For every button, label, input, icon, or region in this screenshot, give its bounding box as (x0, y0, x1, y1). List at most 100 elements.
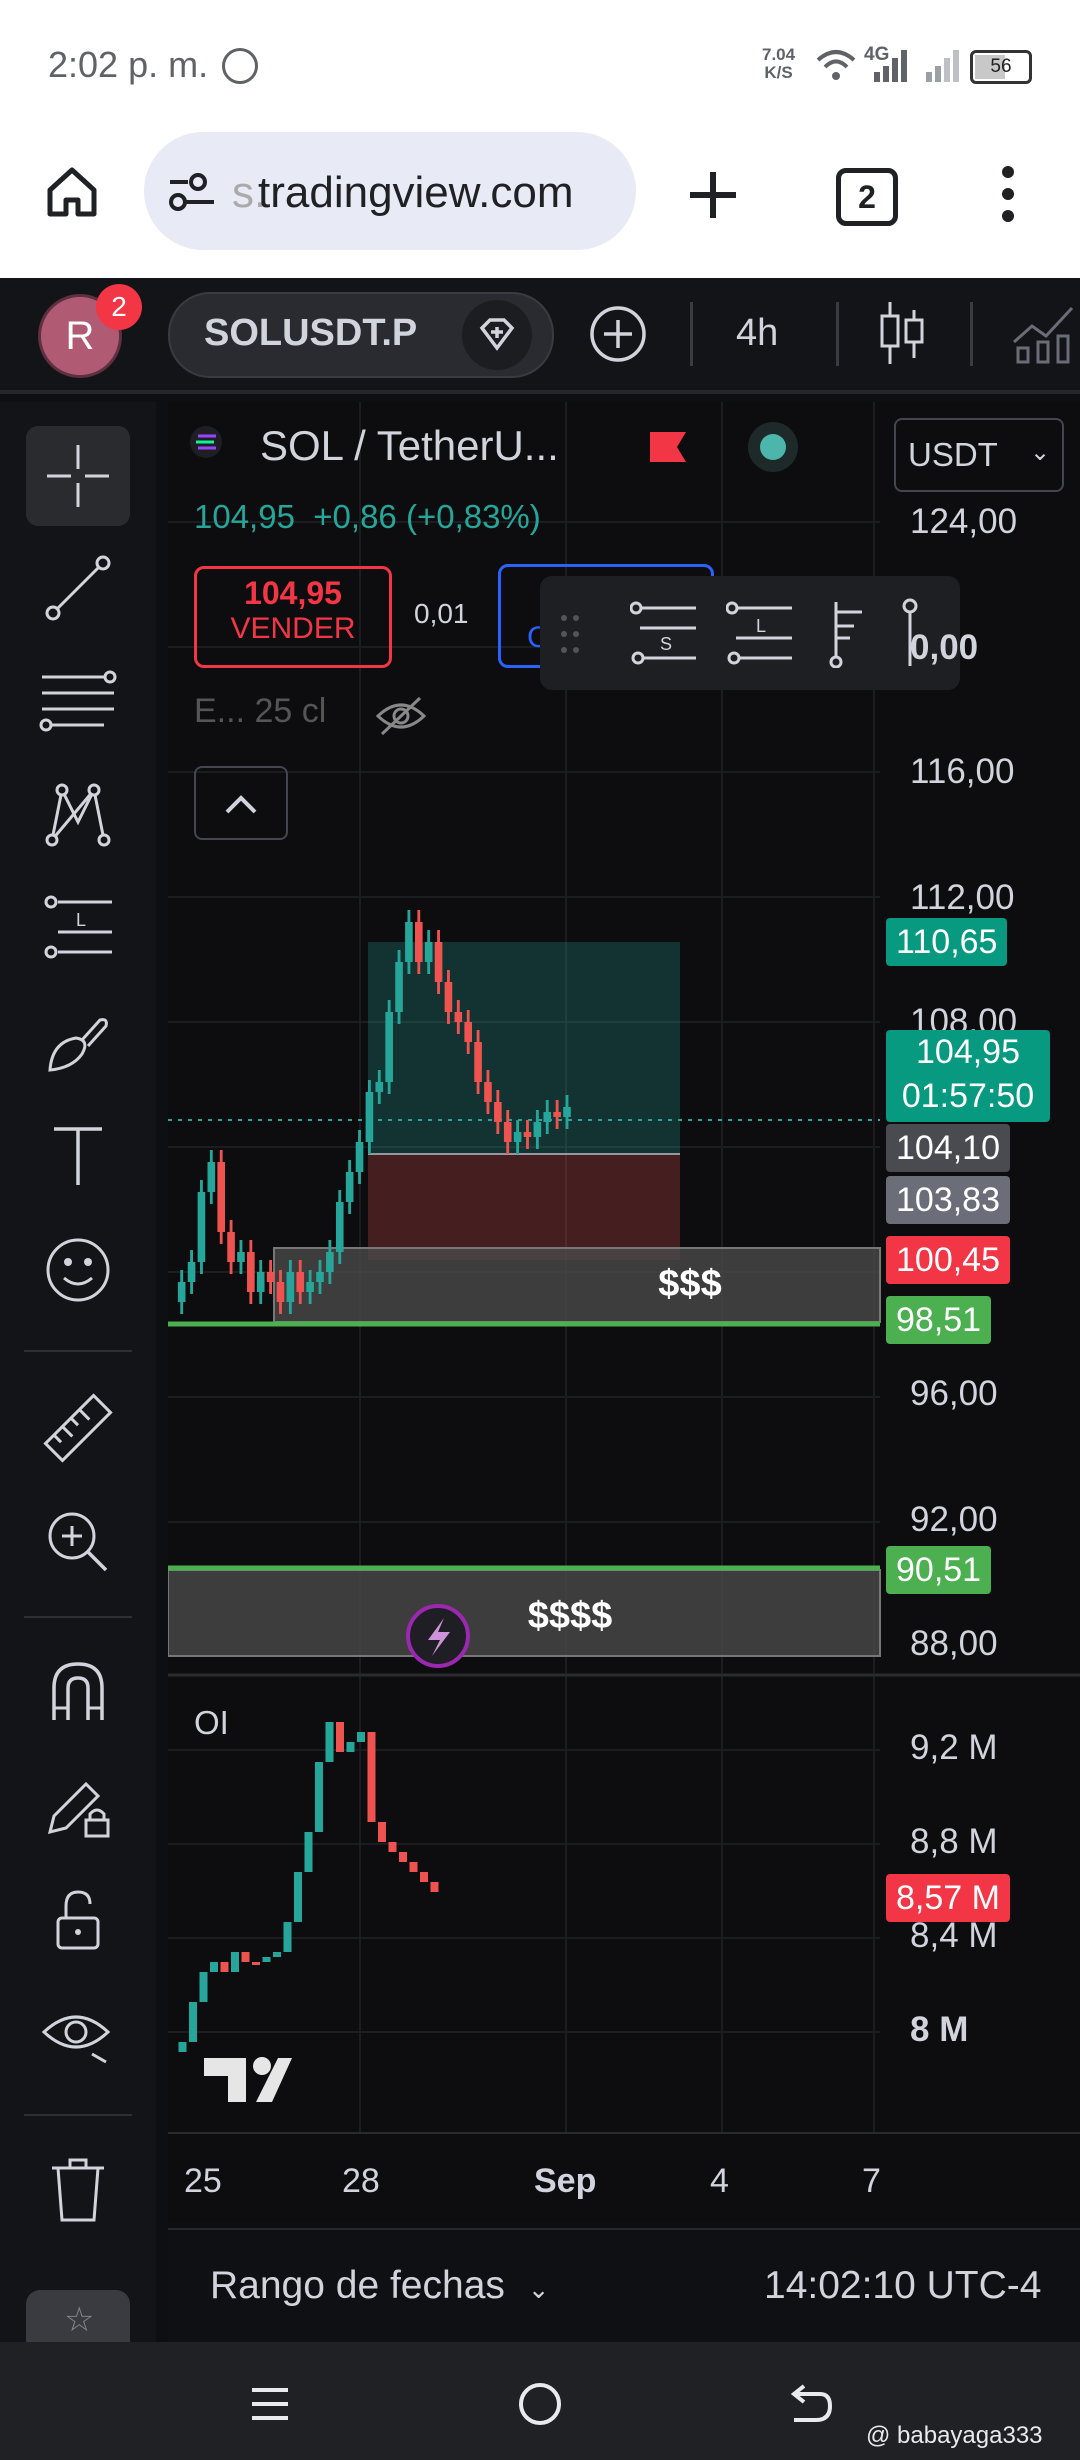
market-status-icon[interactable] (748, 422, 798, 472)
price-axis-label: 88,00 (910, 1624, 998, 1663)
candle-body (464, 1022, 472, 1042)
candle-body (365, 1092, 374, 1142)
short-position-icon[interactable]: S (630, 598, 700, 668)
collapse-legend-button[interactable] (194, 766, 288, 840)
tab-switcher-button[interactable]: 2 (836, 168, 898, 226)
position-profit-zone (368, 942, 680, 1154)
drag-handle-icon[interactable] (558, 612, 582, 656)
emoji-tool[interactable] (26, 1220, 130, 1320)
time-axis-label: Sep (534, 2162, 597, 2200)
oi-label: OI (194, 1704, 229, 1741)
long-position-icon[interactable]: L (726, 598, 796, 668)
chart-top-toolbar: R 2 SOLUSDT.P 4h (0, 278, 1080, 394)
new-tab-icon[interactable] (686, 168, 740, 222)
wifi-icon (816, 50, 856, 80)
zone-1-label: $$$ (658, 1263, 721, 1305)
time-axis-label: 28 (342, 2162, 380, 2200)
oi-candle (346, 1742, 355, 1752)
oi-candle (325, 1722, 334, 1762)
oi-candle (315, 1762, 323, 1832)
oi-candle (357, 1732, 365, 1742)
trendline-tool[interactable] (26, 538, 130, 638)
trash-icon (52, 2158, 104, 2222)
currency-select[interactable]: USDT ⌄ (894, 418, 1064, 492)
indicators-icon[interactable] (1012, 302, 1080, 364)
recent-apps-icon[interactable] (248, 2382, 292, 2426)
text-tool[interactable] (26, 1106, 130, 1206)
measure-tool[interactable] (26, 1378, 130, 1478)
candle-body (286, 1272, 295, 1302)
price-change: +0,86 (+0,83%) (313, 498, 541, 535)
candles-icon[interactable] (878, 300, 926, 366)
candle-body (187, 1262, 196, 1282)
candle-body (177, 1282, 186, 1302)
favorites-tool[interactable]: ☆ (26, 2290, 130, 2342)
drawing-toolbar: L ☆ (0, 402, 156, 2342)
candle-body (247, 1252, 255, 1292)
floating-trade-toolbar[interactable]: S L (540, 576, 960, 690)
long-position-icon: L (44, 895, 112, 959)
spread-button[interactable] (462, 300, 532, 370)
price-tag: 103,83 (886, 1176, 1010, 1224)
brush-tool[interactable] (26, 992, 130, 1092)
fib-tool[interactable] (26, 650, 130, 750)
oi-candles (178, 1722, 439, 2052)
chart-bottom-bar: Rango de fechas ⌄ 14:02:10 UTC-4 (168, 2228, 1080, 2344)
chevron-down-icon: ⌄ (527, 2274, 550, 2304)
date-range-button[interactable]: Rango de fechas ⌄ (210, 2264, 550, 2308)
svg-text:L: L (756, 616, 766, 636)
home-nav-icon[interactable] (516, 2380, 564, 2428)
position-tool[interactable]: L (26, 878, 130, 978)
chart-pane[interactable]: $$$ $$$$ SOL / TetherU... USDT ⌄ 104,95 … (168, 402, 1080, 2222)
oi-candle (304, 1832, 313, 1872)
candle-body (335, 1202, 344, 1252)
liquidity-zone-2 (168, 1569, 881, 1657)
symbol-title[interactable]: SOL / TetherU... (260, 422, 559, 470)
trendline-icon (45, 555, 111, 621)
oi-candle (294, 1872, 302, 1922)
crosshair-tool[interactable] (26, 426, 130, 526)
time-axis[interactable]: 25 28 Sep 4 7 (168, 2132, 1080, 2224)
battery-icon: 56 (970, 50, 1032, 84)
candle-body (375, 1082, 384, 1092)
currency-label: USDT (908, 436, 998, 473)
hide-indicators-icon[interactable] (374, 692, 428, 738)
browser-bar: s. tradingview.com 2 (0, 120, 1080, 278)
timezone-clock[interactable]: 14:02:10 UTC-4 (764, 2264, 1041, 2308)
lock-all-tool[interactable] (26, 1870, 130, 1970)
interval-button[interactable]: 4h (736, 312, 778, 355)
pattern-tool[interactable] (26, 764, 130, 864)
more-options-icon[interactable] (996, 164, 1020, 224)
entry-price-tag: 104,10 (886, 1124, 1010, 1172)
delete-tool[interactable] (26, 2140, 130, 2240)
status-time: 2:02 p. m. (48, 44, 209, 85)
symbol-search-button[interactable]: SOLUSDT.P (168, 292, 554, 378)
candle-body (197, 1192, 206, 1262)
price-axis-label: 116,00 (910, 752, 1015, 791)
lock-drawing-tool[interactable] (26, 1756, 130, 1856)
time-axis-label: 25 (184, 2162, 222, 2200)
pattern-icon (45, 783, 111, 847)
magnet-tool[interactable] (26, 1642, 130, 1742)
address-bar[interactable]: s. tradingview.com (144, 132, 636, 250)
notification-badge: 2 (96, 284, 142, 330)
back-icon[interactable] (786, 2380, 834, 2428)
compare-add-icon[interactable] (588, 304, 648, 364)
solana-icon (190, 426, 222, 458)
signal-icon (874, 50, 907, 82)
hide-tool[interactable] (26, 1984, 130, 2084)
oi-candle (241, 1952, 250, 1962)
home-icon[interactable] (44, 164, 100, 220)
site-settings-icon[interactable] (168, 172, 216, 212)
price-range-icon[interactable] (822, 598, 872, 668)
candle-body (237, 1252, 245, 1262)
zoom-tool[interactable] (26, 1492, 130, 1592)
star-icon: ☆ (64, 2301, 95, 2339)
tools-divider (24, 2114, 132, 2116)
signal-icon-2 (926, 50, 959, 82)
candle-body (523, 1132, 532, 1137)
notification-count: 2 (111, 291, 127, 322)
candle-body (444, 982, 453, 1012)
oi-candle (262, 1957, 271, 1962)
sell-button[interactable]: 104,95 VENDER (194, 566, 392, 668)
